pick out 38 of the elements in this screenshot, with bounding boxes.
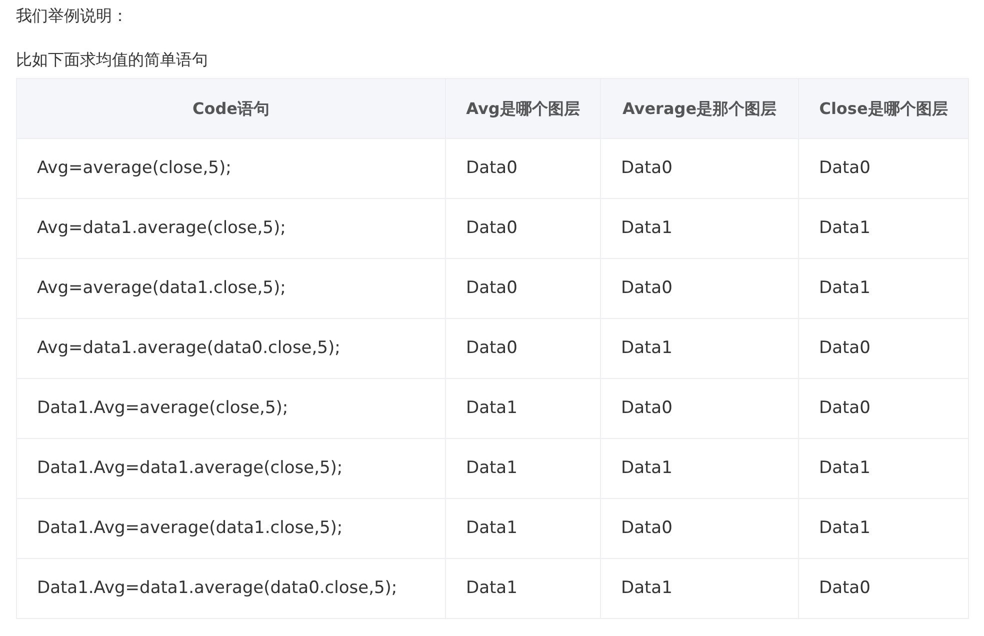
table-cell: Avg=average(close,5);	[16, 138, 446, 198]
table-cell: Data0	[798, 378, 968, 438]
table-cell: Data1	[600, 198, 798, 258]
table-cell: Data1	[600, 438, 798, 498]
table-cell: Data1.Avg=data1.average(data0.close,5);	[16, 558, 446, 618]
table-cell: Data0	[600, 378, 798, 438]
table-cell: Data1	[446, 378, 600, 438]
table-cell: Data1	[798, 438, 968, 498]
table-cell: Avg=data1.average(close,5);	[16, 198, 446, 258]
table-cell: Data0	[446, 138, 600, 198]
table-cell: Avg=average(data1.close,5);	[16, 258, 446, 318]
table-cell: Data0	[798, 138, 968, 198]
table-cell: Data1	[600, 318, 798, 378]
table-cell: Data1	[798, 258, 968, 318]
table-cell: Data0	[798, 558, 968, 618]
table-cell: Data0	[446, 258, 600, 318]
column-header: Average是那个图层	[600, 78, 798, 138]
table-cell: Data0	[798, 318, 968, 378]
table-cell: Data1.Avg=data1.average(close,5);	[16, 438, 446, 498]
table-cell: Data0	[600, 498, 798, 558]
table-cell: Avg=data1.average(data0.close,5);	[16, 318, 446, 378]
table-cell: Data1.Avg=average(close,5);	[16, 378, 446, 438]
column-header: Close是哪个图层	[798, 78, 968, 138]
table-cell: Data1	[446, 438, 600, 498]
column-header: Code语句	[16, 78, 446, 138]
table-cell: Data0	[600, 258, 798, 318]
table-cell: Data1	[798, 198, 968, 258]
table-cell: Data1	[446, 558, 600, 618]
table-cell: Data1.Avg=average(data1.close,5);	[16, 498, 446, 558]
table-cell: Data1	[600, 558, 798, 618]
paragraph: 比如下面求均值的简单语句	[16, 49, 209, 71]
column-header: Avg是哪个图层	[446, 78, 600, 138]
table-cell: Data0	[446, 318, 600, 378]
table-cell: Data1	[798, 498, 968, 558]
table-cell: Data1	[446, 498, 600, 558]
table-cell: Data0	[600, 138, 798, 198]
table-cell: Data0	[446, 198, 600, 258]
paragraph: 我们举例说明：	[16, 5, 129, 27]
